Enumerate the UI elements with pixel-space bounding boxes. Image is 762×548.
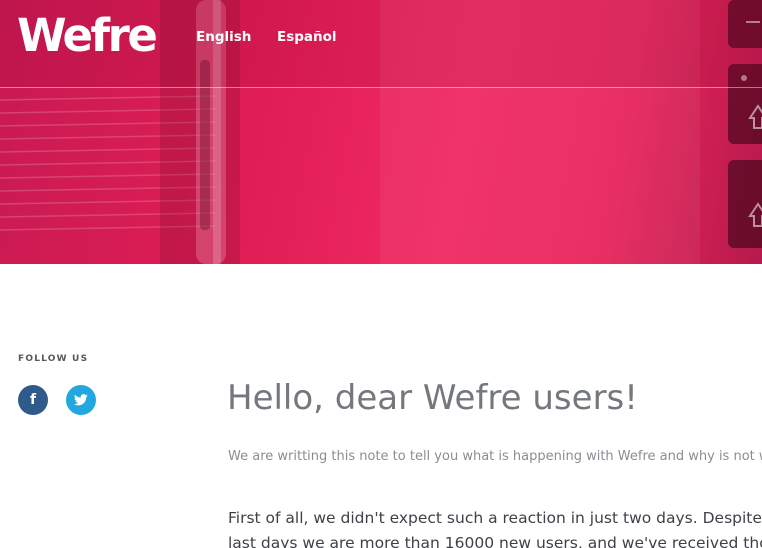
header-divider — [0, 87, 762, 88]
hero-header: Wefre English Español — [0, 0, 762, 264]
twitter-icon — [74, 394, 88, 406]
language-link-espanol[interactable]: Español — [277, 29, 337, 45]
logo[interactable]: Wefre — [17, 10, 158, 62]
article-intro: We are writting this note to tell you wh… — [228, 449, 762, 464]
facebook-button[interactable]: f — [18, 385, 48, 415]
article-body-line: First of all, we didn't expect such a re… — [228, 509, 762, 527]
page: Wefre English Español FOLLOW US f Hello,… — [0, 0, 762, 548]
article-body-line: last days we are more than 16000 new use… — [228, 534, 762, 548]
twitter-button[interactable] — [66, 385, 96, 415]
facebook-icon: f — [29, 392, 37, 408]
article-body: First of all, we didn't expect such a re… — [228, 506, 762, 548]
article-title: Hello, dear Wefre users! — [227, 378, 638, 418]
follow-us-label: FOLLOW US — [18, 354, 89, 364]
language-link-english[interactable]: English — [196, 29, 251, 45]
